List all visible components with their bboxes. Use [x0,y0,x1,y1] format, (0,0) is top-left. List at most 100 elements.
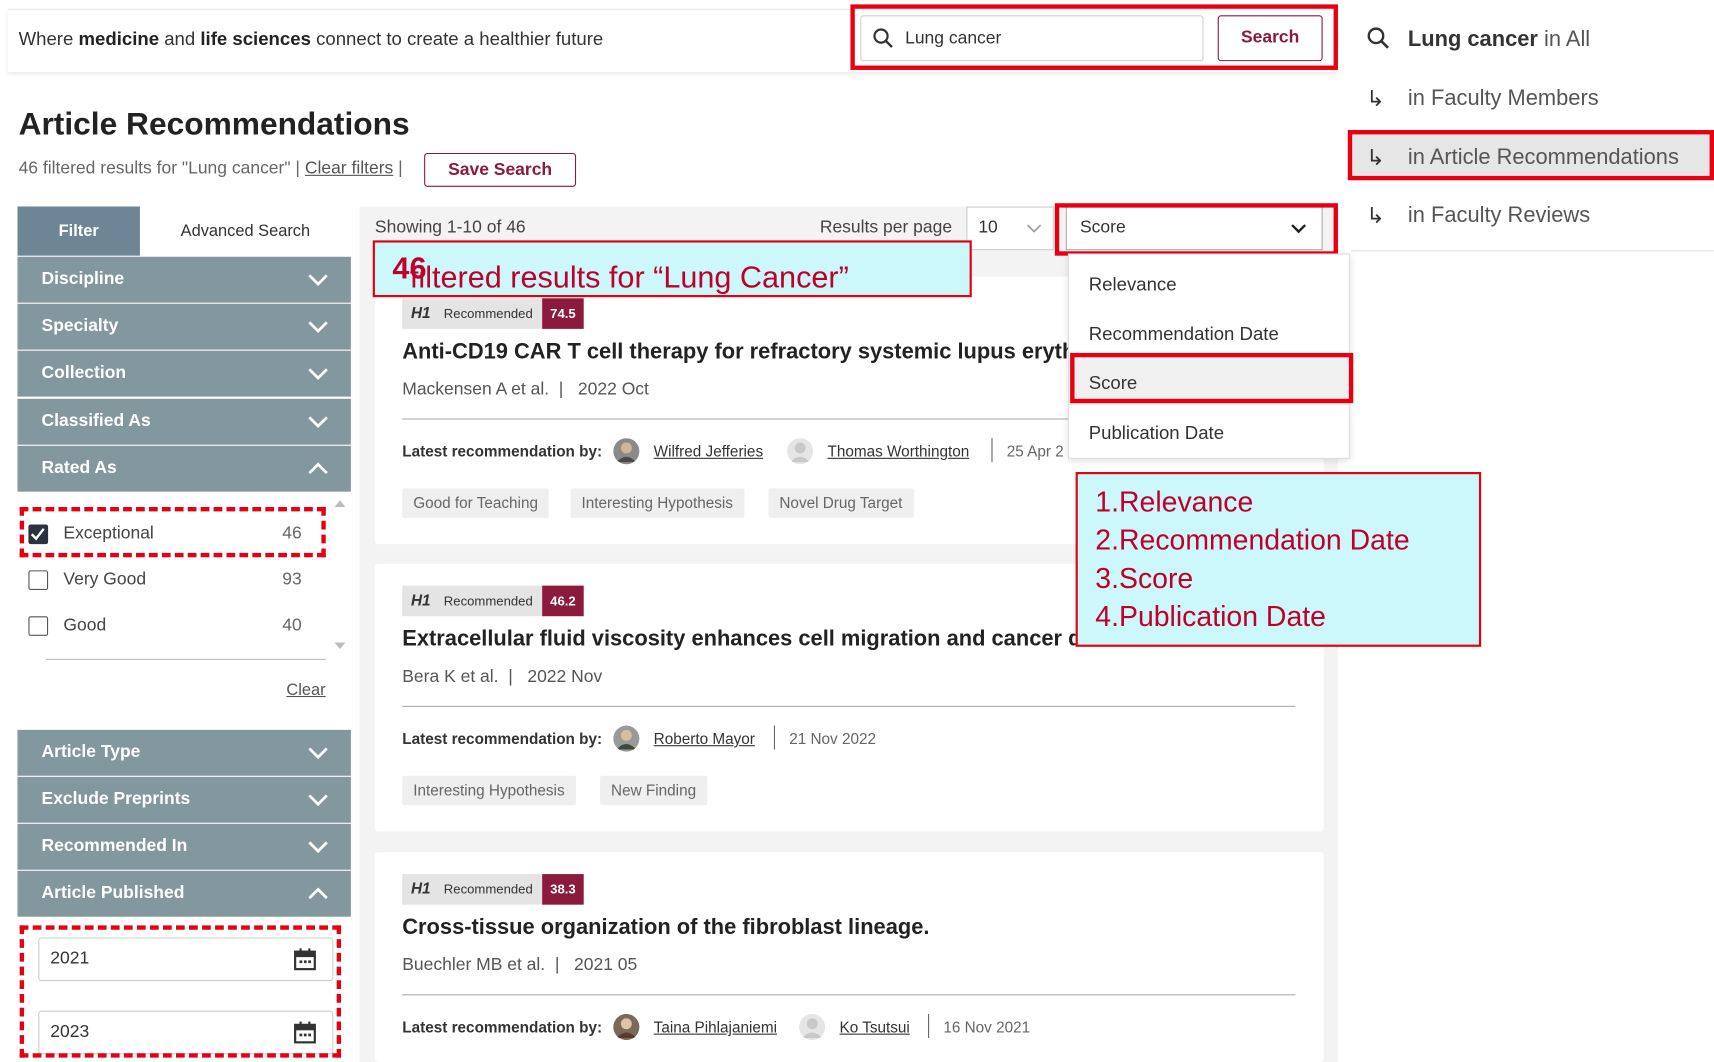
suggestion-label: Lung cancer in All [1407,27,1591,52]
chevron-down-icon [1026,224,1042,233]
score-badge: 74.5 [542,298,584,329]
separator [991,438,993,463]
annotation-highlight-dates [19,925,342,1058]
article-date: 2021 05 [574,956,638,975]
showing-count: Showing 1-10 of 46 [374,218,526,238]
annotation-highlight-search [850,4,1338,70]
recommendation-label: Latest recommendation by: [402,1018,603,1036]
avatar [787,438,814,465]
scroll-down-arrow[interactable] [334,642,346,650]
score-badge: 46.2 [542,585,584,617]
suggestion-faculty-reviews[interactable]: ↳ in Faculty Reviews [1351,190,1714,238]
tag[interactable]: New Finding [600,775,708,806]
suggestion-label: in Faculty Reviews [1407,203,1591,228]
checkbox-good[interactable]: Good 40 [28,610,302,643]
filter-section-rated-as[interactable]: Rated As [17,445,351,492]
app-screen: Where medicine and life sciences connect… [0,0,1714,1062]
checkbox-count: 93 [282,570,302,589]
recommended-badge: H1 Recommended 74.5 [402,298,584,329]
filter-section-article-type[interactable]: Article Type [17,729,351,776]
article-title[interactable]: Cross-tissue organization of the fibrobl… [402,916,929,941]
checkbox-very-good[interactable]: Very Good 93 [28,564,302,597]
recommendation-label: Latest recommendation by: [402,442,603,460]
page-title: Article Recommendations [18,107,410,143]
filter-section-specialty[interactable]: Specialty [17,303,351,350]
sort-option-publication-date[interactable]: Publication Date [1069,408,1351,456]
checkbox-label: Very Good [63,570,147,589]
suggestion-label: in Faculty Members [1407,86,1599,111]
checkbox[interactable] [28,616,49,636]
filter-section-recommended-in[interactable]: Recommended In [17,823,351,870]
tag[interactable]: Interesting Hypothesis [402,775,576,806]
filter-section-classified-as[interactable]: Classified As [17,398,351,445]
separator [773,725,776,750]
article-meta: Mackensen A et al. | 2022 Oct [402,380,649,399]
recommender-link[interactable]: Ko Tsutsui [840,1018,910,1035]
checkbox[interactable] [28,570,49,591]
clear-rated-as-link[interactable]: Clear [286,681,325,700]
recommender-link[interactable]: Roberto Mayor [654,730,755,747]
sidebar-tabs: Filter Advanced Search [17,206,351,256]
tab-filter[interactable]: Filter [17,206,140,256]
filter-section-collection[interactable]: Collection [17,350,351,397]
tab-advanced-search[interactable]: Advanced Search [140,207,351,256]
annotation-highlight-sort [1054,203,1338,256]
filter-section-exclude-preprints[interactable]: Exclude Preprints [17,776,351,823]
chevron-up-icon [308,462,328,475]
article-date: 2022 Oct [577,380,649,399]
annotation-highlight-score-option [1070,352,1354,404]
chevron-up-icon [308,887,328,900]
article-authors: Bera K et al. [402,667,499,687]
recommendation-date: 16 Nov 2021 [943,1018,1031,1036]
sort-option-recommendation-date[interactable]: Recommendation Date [1069,308,1351,356]
tag[interactable]: Novel Drug Target [768,488,914,518]
article-meta: Buechler MB et al. | 2021 05 [402,956,638,975]
chevron-down-icon [308,274,328,287]
return-arrow-icon: ↳ [1366,204,1385,229]
save-search-button[interactable]: Save Search [424,152,577,187]
scroll-up-arrow[interactable] [334,500,346,507]
annotation-callout-results: 46 filtered results for “Lung Cancer” [372,240,972,298]
results-per-page-label: Results per page [819,218,953,238]
article-date: 2022 Nov [527,667,603,687]
results-summary: 46 filtered results for "Lung cancer" | … [19,160,403,180]
tagline-bold: life sciences [200,28,311,50]
article-card[interactable]: H1 Recommended 38.3 Cross-tissue organiza… [374,852,1324,1062]
callout-label: filtered results for “Lung Cancer” [409,260,849,294]
site-tagline: Where medicine and life sciences connect… [19,28,604,50]
tag[interactable]: Interesting Hypothesis [570,488,744,518]
recommender-link[interactable]: Thomas Worthington [827,443,969,460]
results-per-page-value: 10 [978,218,998,238]
tagline-text: connect to create a healthier future [310,28,604,50]
tagline-text: Where [18,28,79,50]
recommender-link[interactable]: Taina Pihlajaniemi [654,1018,777,1035]
clear-filters-link[interactable]: Clear filters [305,160,393,179]
return-arrow-icon: ↳ [1366,87,1385,112]
tagline-bold: medicine [78,28,160,50]
avatar [613,438,640,465]
recommended-badge: H1 Recommended 38.3 [402,874,584,905]
separator: | [393,159,403,179]
h1-logo: H1 Recommended [402,874,543,905]
tag[interactable]: Good for Teaching [402,488,549,518]
sort-option-relevance[interactable]: Relevance [1069,259,1351,307]
results-per-page-select[interactable]: 10 [966,206,1054,251]
avatar [613,725,640,752]
chevron-down-icon [308,416,328,429]
article-title[interactable]: Anti-CD19 CAR T cell therapy for refract… [402,340,1087,365]
article-title-text: Extracellular fluid viscosity enhances c… [402,627,1088,652]
article-meta: Bera K et al. | 2022 Nov [402,667,603,687]
h1-logo: H1 Recommended [402,585,543,617]
avatar [799,1013,826,1041]
recommendation-date: 25 Apr 2 [1006,442,1064,460]
legend-line: 1.Relevance [1095,485,1254,518]
chevron-down-icon [308,747,328,760]
suggestion-faculty-members[interactable]: ↳ in Faculty Members [1351,73,1714,121]
filter-section-discipline[interactable]: Discipline [17,256,351,303]
suggestion-all[interactable]: Lung cancer in All [1351,14,1714,62]
legend-line: 3.Score [1095,561,1194,595]
recommender-link[interactable]: Wilfred Jefferies [654,443,763,460]
filter-section-article-published[interactable]: Article Published [17,870,351,917]
tagline-text: and [159,28,201,50]
annotation-sort-legend: 1.Relevance 2.Recommendation Date 3.Scor… [1075,472,1482,647]
